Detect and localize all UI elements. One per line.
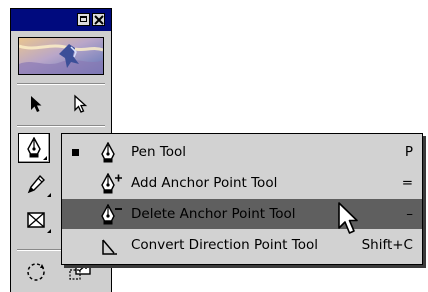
menu-item-pen-tool[interactable]: Pen Tool P (62, 137, 422, 167)
convert-point-icon (102, 239, 117, 255)
menu-item-shortcut: = (401, 175, 413, 191)
pencil-tool[interactable] (19, 169, 53, 199)
black-arrow-icon (31, 96, 42, 112)
pen-tool-button[interactable] (18, 133, 50, 163)
pen-icon (101, 142, 115, 163)
flyout-indicator-icon (47, 193, 51, 197)
selection-tool[interactable] (19, 89, 53, 119)
direct-selection-tool[interactable] (63, 89, 97, 119)
frame-x-icon (27, 212, 45, 228)
rotate-icon (27, 263, 45, 281)
menu-item-label: Delete Anchor Point Tool (131, 206, 296, 222)
pencil-icon (27, 174, 45, 194)
palette-divider (17, 83, 105, 85)
pen-tool-flyout-menu: Pen Tool P Add Anchor Point Tool = Delet… (61, 133, 423, 265)
app-logo[interactable] (18, 37, 104, 75)
close-icon[interactable] (92, 13, 105, 26)
menu-item-shortcut: P (404, 144, 413, 160)
menu-item-convert-direction-point-tool[interactable]: Convert Direction Point Tool Shift+C (62, 230, 422, 260)
menu-item-label: Add Anchor Point Tool (131, 175, 278, 191)
flyout-indicator-icon (43, 156, 47, 160)
zoom-box-icon[interactable] (77, 13, 90, 26)
menu-item-label: Convert Direction Point Tool (131, 237, 318, 253)
pen-icon (27, 137, 41, 158)
delete-anchor-pen-icon (101, 204, 122, 225)
menu-item-delete-anchor-point-tool[interactable]: Delete Anchor Point Tool – (62, 199, 422, 229)
menu-item-add-anchor-point-tool[interactable]: Add Anchor Point Tool = (62, 168, 422, 198)
white-arrow-icon (74, 94, 88, 113)
rotate-tool[interactable] (19, 257, 53, 287)
mouse-pointer-icon (338, 202, 358, 234)
palette-divider (17, 125, 105, 127)
palette-titlebar[interactable] (11, 9, 111, 31)
checkmark-icon (72, 149, 79, 156)
rectangle-frame-tool[interactable] (19, 205, 53, 235)
add-anchor-pen-icon (101, 173, 122, 194)
menu-item-shortcut: Shift+C (361, 237, 413, 253)
menu-item-shortcut: – (406, 206, 413, 222)
flyout-indicator-icon (47, 229, 51, 233)
menu-item-label: Pen Tool (131, 144, 187, 160)
